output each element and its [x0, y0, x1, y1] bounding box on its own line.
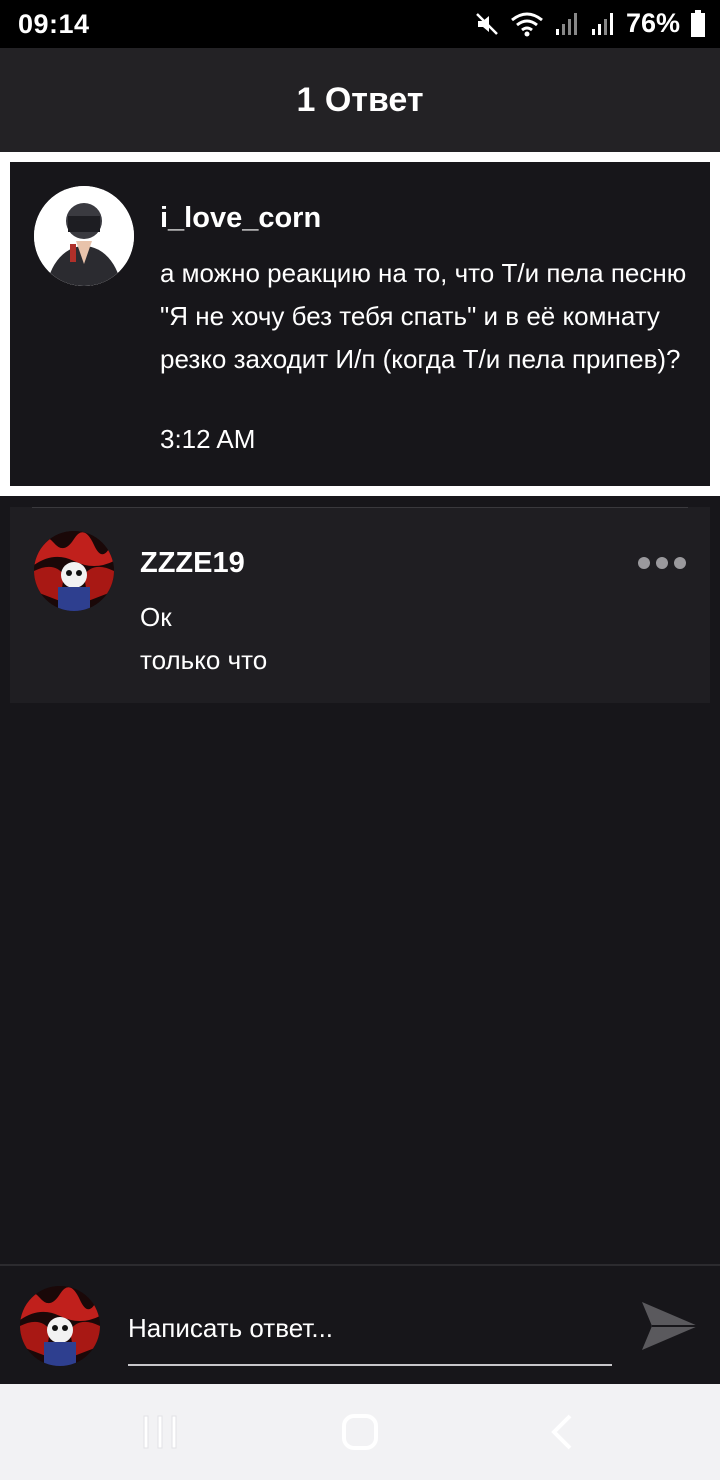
- back-icon[interactable]: [548, 1412, 578, 1452]
- more-options-button[interactable]: [638, 553, 690, 573]
- system-nav-bar: [0, 1384, 720, 1480]
- parent-comment-frame: i_love_corn а можно реакцию на то, что Т…: [0, 152, 720, 496]
- screen: 09:14 76% 1 Ответ i_love_corn а можно ре…: [0, 0, 720, 1480]
- status-icons: 76%: [474, 8, 706, 39]
- send-button[interactable]: [638, 1296, 702, 1356]
- page-title: 1 Ответ: [296, 80, 424, 119]
- user-avatar-image: [34, 531, 114, 611]
- comment-timestamp: 3:12 AM: [160, 424, 256, 454]
- battery-percent: 76%: [625, 8, 680, 38]
- wifi-icon: [511, 12, 543, 36]
- page-header: 1 Ответ: [0, 48, 720, 152]
- parent-comment: i_love_corn а можно реакцию на то, что Т…: [10, 162, 710, 486]
- comment-username[interactable]: i_love_corn: [160, 202, 321, 235]
- avatar[interactable]: [34, 531, 114, 611]
- avatar[interactable]: [34, 186, 134, 286]
- reply-item: ZZZE19 Ок только что: [10, 507, 710, 703]
- status-bar: 09:14 76%: [0, 0, 720, 48]
- reply-timestamp: только что: [140, 645, 268, 675]
- avatar: [20, 1286, 100, 1366]
- send-icon: [642, 1302, 698, 1350]
- battery-icon: [691, 9, 705, 37]
- signal-icon: [591, 12, 613, 35]
- reply-text: Ок: [140, 602, 172, 632]
- comment-text: а можно реакцию на то, что Т/и пела песн…: [160, 258, 687, 374]
- more-horizontal-icon: [638, 557, 650, 569]
- mute-icon: [476, 12, 498, 35]
- recents-icon[interactable]: [142, 1412, 178, 1452]
- reply-username[interactable]: ZZZE19: [140, 547, 245, 580]
- reply-composer: [0, 1264, 720, 1384]
- user-avatar-image: [20, 1286, 100, 1366]
- reply-input[interactable]: [128, 1302, 612, 1366]
- divider: [32, 507, 688, 508]
- home-icon[interactable]: [340, 1412, 380, 1452]
- signal-icon: [555, 12, 577, 35]
- user-avatar-image: [34, 186, 134, 286]
- status-time: 09:14: [18, 9, 90, 39]
